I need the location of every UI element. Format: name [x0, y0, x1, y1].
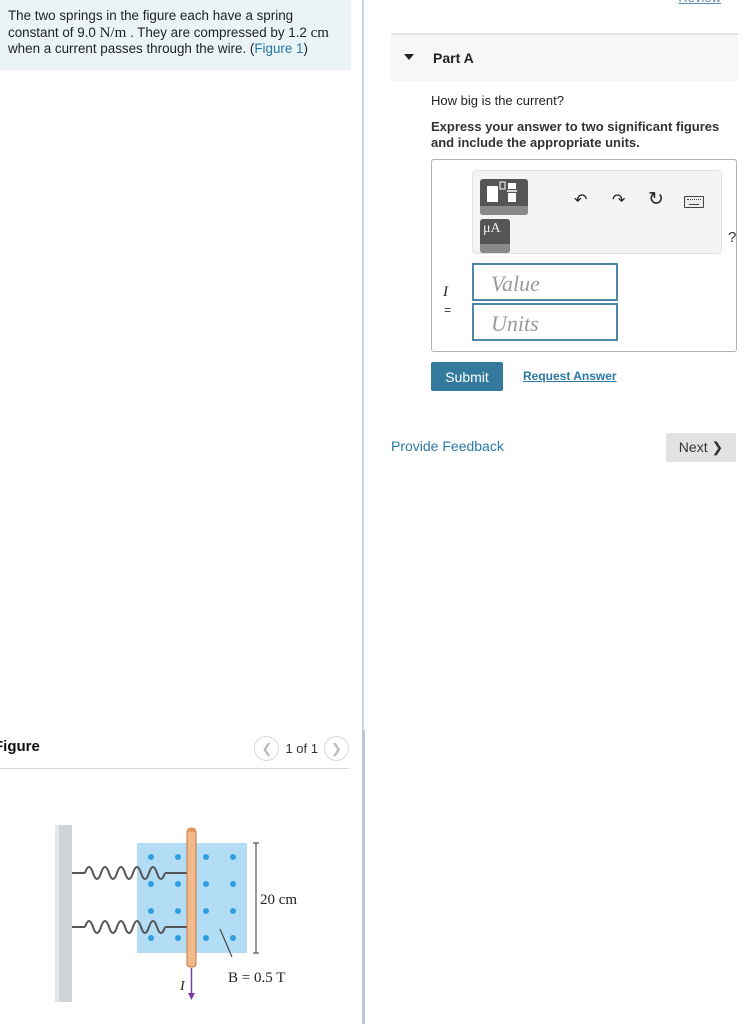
provide-feedback-link[interactable]: Provide Feedback	[391, 438, 504, 454]
review-link[interactable]: Review	[678, 0, 721, 5]
keyboard-icon[interactable]	[684, 196, 704, 208]
variable-label: I	[443, 284, 448, 300]
spring-constant-unit: N/m	[99, 24, 127, 41]
chevron-right-icon: ❯	[331, 740, 342, 756]
value-input[interactable]	[472, 263, 618, 301]
figure-title: Figure	[0, 738, 40, 755]
answer-instruction: Express your answer to two significant f…	[431, 119, 720, 150]
units-label: μA	[483, 221, 501, 236]
problem-text: when a current passes through the wire. …	[8, 41, 255, 56]
part-a-header[interactable]: Part A	[391, 33, 738, 81]
problem-text: )	[303, 41, 308, 56]
part-title: Part A	[433, 50, 474, 66]
figure-prev-button[interactable]: ❮	[254, 736, 280, 761]
figure-image: I B = 0.5 T 20 cm	[55, 825, 297, 1002]
question-text: How big is the current?	[431, 93, 564, 108]
caret-down-icon	[404, 54, 414, 60]
chevron-left-icon: ❮	[261, 740, 273, 756]
undo-icon[interactable]: ↶	[574, 193, 587, 209]
figure-link[interactable]: Figure 1	[254, 41, 303, 56]
next-button[interactable]: Next ❯	[666, 433, 736, 462]
figure-header: Figure ❮ 1 of 1 ❯	[0, 736, 349, 769]
request-answer-link[interactable]: Request Answer	[523, 369, 617, 383]
problem-statement: The two springs in the figure each have …	[0, 0, 351, 70]
reset-icon[interactable]: ↻	[648, 190, 664, 209]
current-label: I	[179, 979, 186, 994]
figure-pager: ❮ 1 of 1 ❯	[254, 736, 349, 761]
units-input[interactable]	[472, 303, 618, 341]
wire	[186, 828, 197, 968]
panel-divider	[362, 0, 364, 730]
templates-button[interactable]	[480, 179, 528, 215]
compression-unit: cm	[310, 24, 329, 41]
math-toolbar: μA ↶ ↷ ↻ ?	[472, 170, 736, 254]
length-label: 20 cm	[260, 892, 297, 908]
submit-button[interactable]: Submit	[431, 362, 503, 391]
figure-next-button[interactable]: ❯	[324, 736, 349, 761]
answer-box: μA ↶ ↷ ↻ ? I =	[431, 159, 737, 352]
figure-page-count: 1 of 1	[285, 741, 318, 756]
redo-icon[interactable]: ↷	[612, 193, 625, 209]
help-button[interactable]: ?	[728, 230, 736, 246]
units-button[interactable]: μA	[480, 219, 510, 253]
panel-resize-handle[interactable]	[362, 730, 365, 1024]
equals-sign: =	[444, 303, 452, 317]
problem-text: . They are compressed by 1.2	[126, 24, 311, 40]
field-label: B = 0.5 T	[228, 970, 285, 986]
